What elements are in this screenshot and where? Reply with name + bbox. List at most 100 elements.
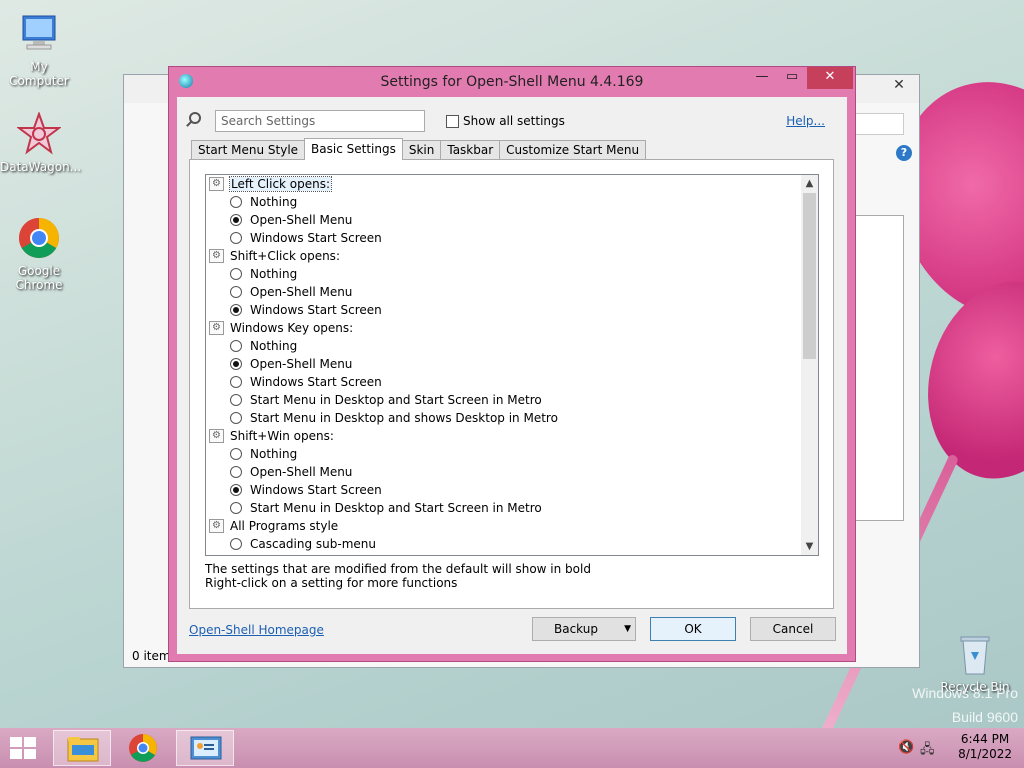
settings-option-row[interactable]: Cascading sub-menu [206, 535, 818, 553]
radio-button[interactable] [230, 484, 242, 496]
open-shell-homepage-link[interactable]: Open-Shell Homepage [189, 623, 324, 637]
desktop-icon-datawagon[interactable]: DataWagon... [0, 111, 81, 174]
radio-button[interactable] [230, 412, 242, 424]
radio-button[interactable] [230, 448, 242, 460]
tab-skin[interactable]: Skin [401, 140, 442, 160]
show-all-settings-checkbox[interactable]: Show all settings [446, 114, 565, 128]
settings-option-row[interactable]: Start Menu in Desktop and Start Screen i… [206, 499, 818, 517]
settings-scrollbar[interactable]: ▲ ▼ [801, 175, 818, 555]
settings-row-label: Left Click opens: [228, 176, 333, 192]
background-window-controls[interactable]: ✕ [885, 77, 913, 93]
settings-option-row[interactable]: Windows Start Screen [206, 229, 818, 247]
dialog-title: Settings for Open-Shell Menu 4.4.169 [380, 74, 644, 90]
minimize-icon: — [755, 69, 769, 84]
settings-group-row[interactable]: Shift+Win opens: [206, 427, 818, 445]
settings-option-row[interactable]: Nothing [206, 445, 818, 463]
chrome-icon [129, 734, 157, 762]
help-icon[interactable]: ? [896, 145, 912, 161]
radio-button[interactable] [230, 358, 242, 370]
help-link[interactable]: Help... [786, 114, 825, 128]
scroll-down-icon[interactable]: ▼ [801, 538, 818, 555]
maximize-button[interactable]: ▭ [777, 67, 807, 89]
tab-taskbar[interactable]: Taskbar [440, 140, 501, 160]
close-icon: ✕ [824, 69, 836, 84]
tab-customize-start-menu[interactable]: Customize Start Menu [499, 140, 647, 160]
settings-option-row[interactable]: Nothing [206, 265, 818, 283]
tab-basic-settings[interactable]: Basic Settings [304, 138, 403, 160]
close-button[interactable]: ✕ [807, 67, 853, 89]
scroll-up-icon[interactable]: ▲ [801, 175, 818, 192]
settings-group-row[interactable]: All Programs style [206, 517, 818, 535]
taskbar-open-shell-settings[interactable] [176, 730, 234, 766]
settings-option-row[interactable]: Open-Shell Menu [206, 463, 818, 481]
minimize-button[interactable]: — [747, 67, 777, 89]
radio-button[interactable] [230, 304, 242, 316]
radio-button[interactable] [230, 268, 242, 280]
backup-button[interactable]: Backup ▼ [532, 617, 636, 641]
dialog-titlebar[interactable]: Settings for Open-Shell Menu 4.4.169 — ▭… [169, 67, 855, 97]
start-button[interactable] [10, 737, 36, 759]
radio-button[interactable] [230, 214, 242, 226]
settings-dialog[interactable]: Settings for Open-Shell Menu 4.4.169 — ▭… [168, 66, 856, 662]
settings-option-row[interactable]: Open-Shell Menu [206, 283, 818, 301]
radio-button[interactable] [230, 466, 242, 478]
settings-option-row[interactable]: Windows Start Screen [206, 301, 818, 319]
settings-option-row[interactable]: Start Menu in Desktop and shows Desktop … [206, 409, 818, 427]
settings-tree[interactable]: Left Click opens: Nothing Open-Shell Menu W… [205, 174, 819, 556]
tab-start-menu-style[interactable]: Start Menu Style [191, 140, 306, 160]
radio-button[interactable] [230, 538, 242, 550]
radio-button[interactable] [230, 196, 242, 208]
settings-row-label: Cascading sub-menu [250, 537, 377, 551]
system-clock[interactable]: 6:44 PM 8/1/2022 [958, 732, 1012, 762]
computer-icon [17, 12, 61, 56]
settings-option-row[interactable]: Windows Start Screen [206, 373, 818, 391]
maximize-icon: ▭ [785, 69, 799, 84]
scrollbar-thumb[interactable] [803, 193, 816, 359]
dropdown-arrow-icon: ▼ [624, 624, 631, 634]
settings-option-row[interactable]: Windows Start Screen [206, 481, 818, 499]
settings-row-label: Windows Start Screen [250, 231, 382, 245]
basic-settings-panel: Left Click opens: Nothing Open-Shell Menu W… [189, 159, 834, 609]
settings-option-row[interactable]: Open-Shell Menu [206, 211, 818, 229]
taskbar-chrome[interactable] [114, 730, 172, 766]
radio-button[interactable] [230, 286, 242, 298]
radio-button[interactable] [230, 340, 242, 352]
windows-logo-icon [10, 737, 22, 747]
settings-row-label: Shift+Click opens: [230, 249, 340, 263]
open-shell-app-icon [179, 74, 193, 88]
speaker-muted-icon[interactable]: 🔇 [898, 740, 914, 755]
taskbar-file-explorer[interactable] [53, 730, 111, 766]
ok-button[interactable]: OK [650, 617, 736, 641]
settings-group-row[interactable]: Left Click opens: [206, 175, 818, 193]
radio-button[interactable] [230, 394, 242, 406]
settings-row-label: All Programs style [230, 519, 339, 533]
desktop-icon-google-chrome[interactable]: Google Chrome [0, 216, 78, 292]
settings-group-row[interactable]: Shift+Click opens: [206, 247, 818, 265]
control-panel-icon [190, 736, 222, 760]
note-rightclick-hint: Right-click on a setting for more functi… [205, 576, 458, 590]
windows-watermark-edition: Windows 8.1 Pro [912, 685, 1018, 701]
taskbar: 🔇 🖧 6:44 PM 8/1/2022 [0, 728, 1024, 768]
close-icon[interactable]: ✕ [885, 77, 913, 93]
network-icon[interactable]: 🖧 [920, 740, 935, 762]
cancel-button[interactable]: Cancel [750, 617, 836, 641]
checkbox-box[interactable] [446, 114, 459, 128]
search-settings-input[interactable] [215, 110, 425, 132]
desktop-icon-my-computer[interactable]: My Computer [0, 12, 78, 88]
settings-group-row[interactable]: Windows Key opens: [206, 319, 818, 337]
radio-button[interactable] [230, 502, 242, 514]
settings-option-row[interactable]: Start Menu in Desktop and Start Screen i… [206, 391, 818, 409]
settings-option-row[interactable]: Nothing [206, 193, 818, 211]
settings-row-label: Open-Shell Menu [250, 213, 353, 227]
settings-row-label: Windows Start Screen [250, 303, 382, 317]
radio-button[interactable] [230, 232, 242, 244]
settings-group-icon [209, 319, 224, 337]
settings-tabs: Start Menu Style Basic Settings Skin Tas… [191, 138, 647, 160]
settings-row-label: Open-Shell Menu [250, 285, 353, 299]
settings-option-row[interactable]: Nothing [206, 337, 818, 355]
radio-button[interactable] [230, 376, 242, 388]
settings-row-label: Start Menu in Desktop and shows Desktop … [250, 411, 558, 425]
settings-row-label: Open-Shell Menu [250, 465, 353, 479]
settings-option-row[interactable]: Open-Shell Menu [206, 355, 818, 373]
settings-group-icon [209, 175, 224, 193]
